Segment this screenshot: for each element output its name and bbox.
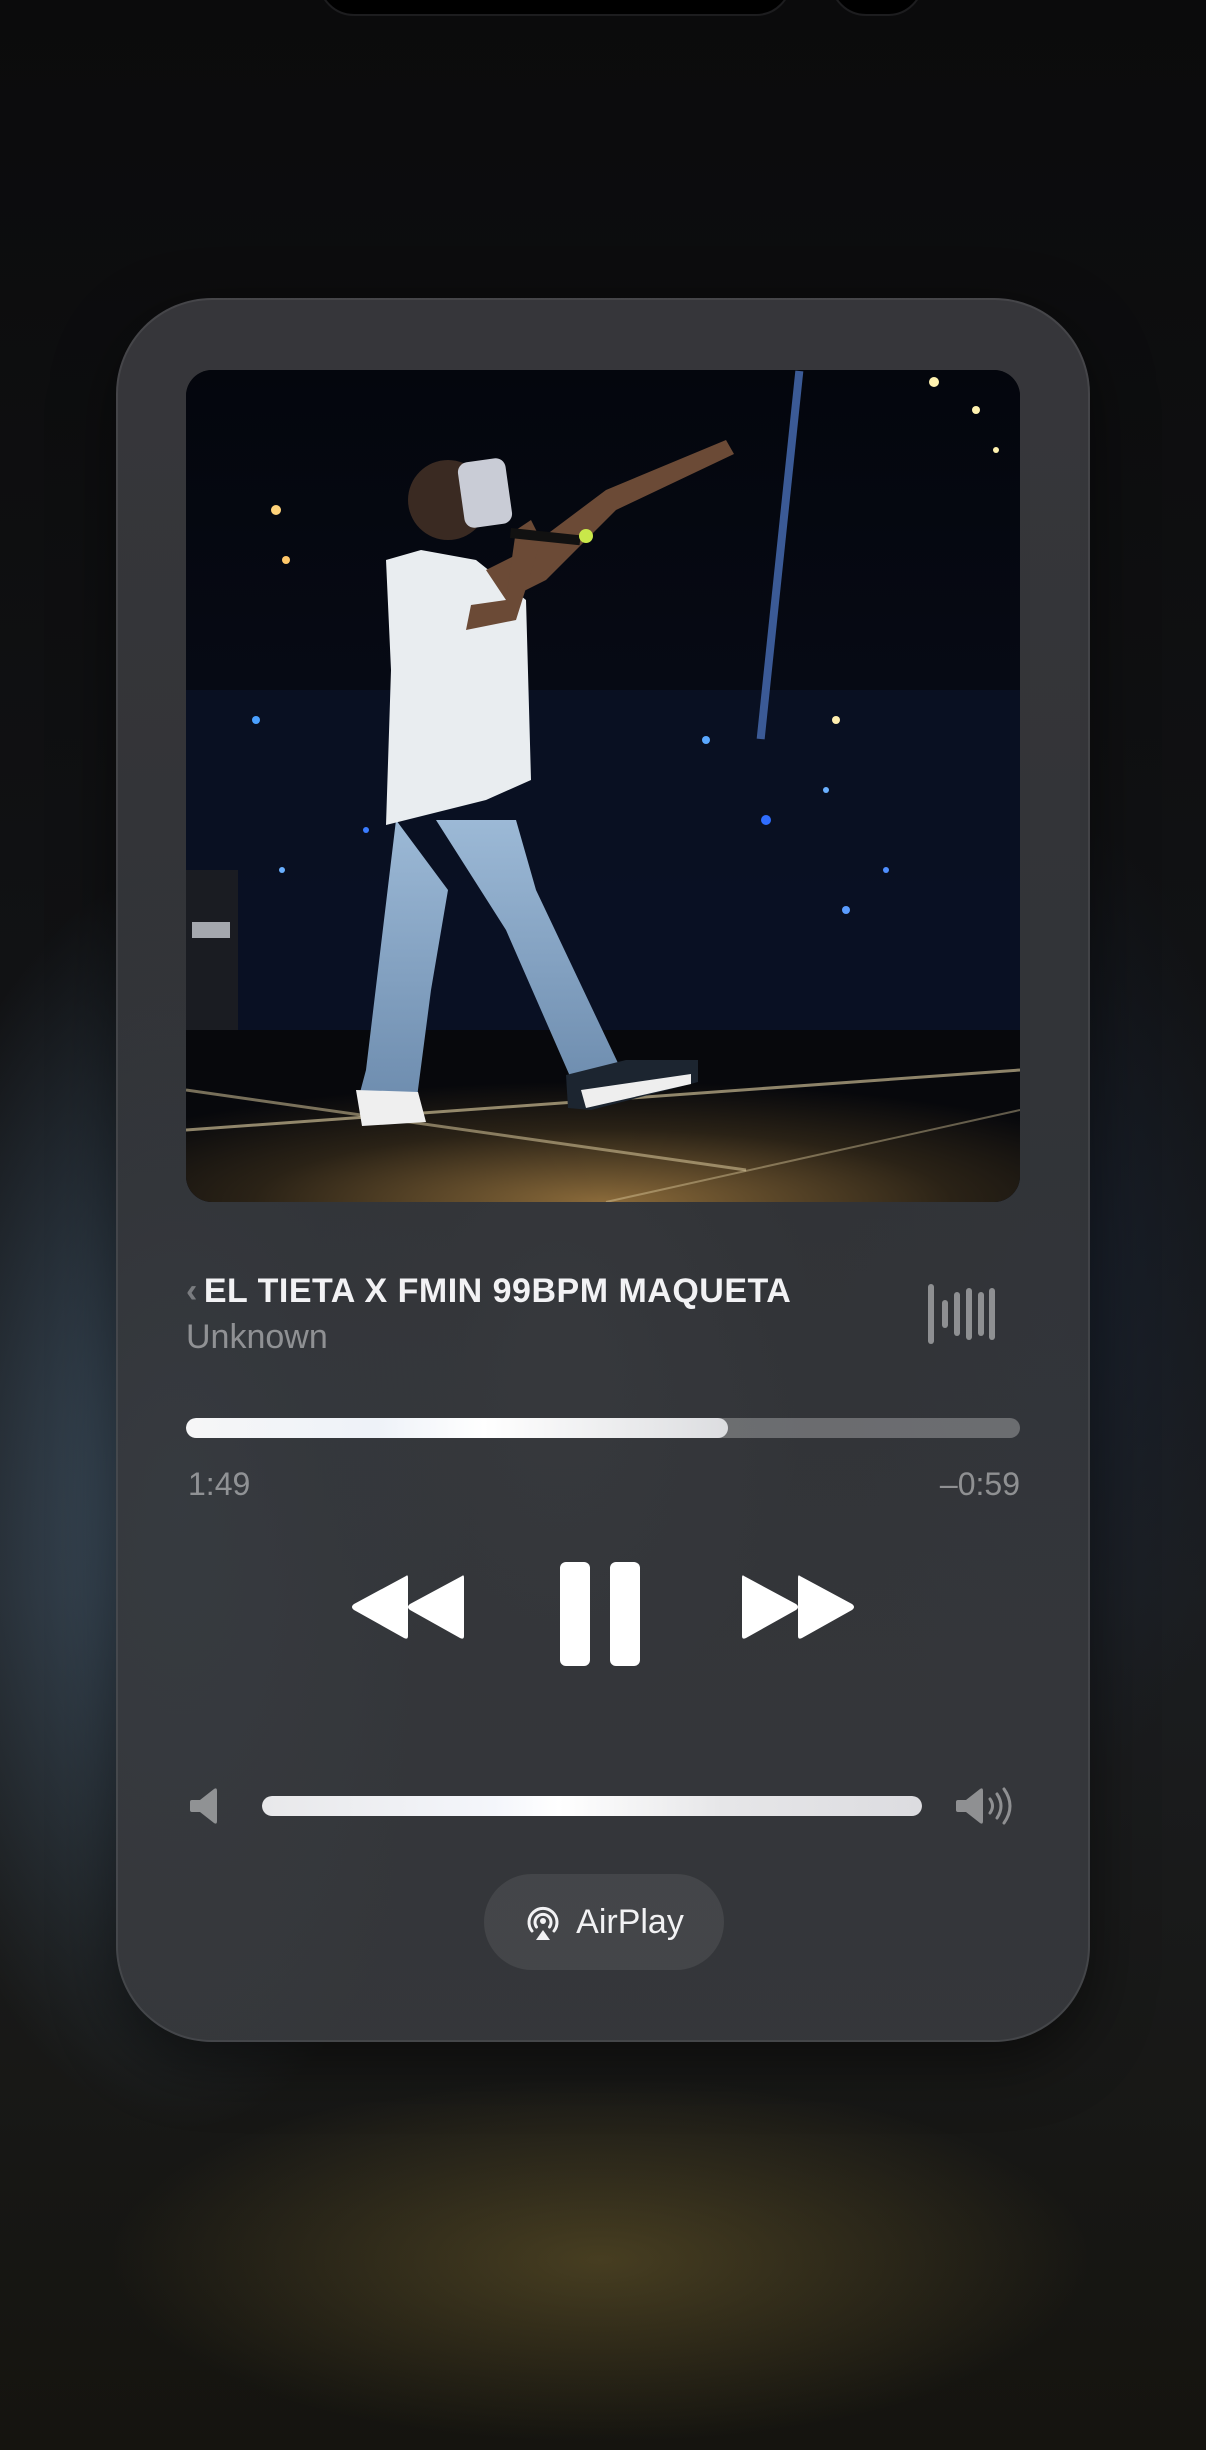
song-title-text: EL TIETA X FMIN 99BPM MAQUETA <box>203 1272 792 1310</box>
volume-level-fill <box>262 1796 922 1816</box>
elapsed-time: 1:49 <box>188 1466 251 1502</box>
airplay-icon <box>527 1906 559 1940</box>
pause-icon <box>560 1562 640 1666</box>
airplay-button[interactable]: AirPlay <box>484 1874 724 1970</box>
dynamic-island <box>318 0 792 16</box>
playback-progress-fill <box>186 1418 729 1438</box>
playback-scrubber[interactable] <box>186 1418 1020 1438</box>
speaker-high-icon[interactable] <box>956 1786 1018 1826</box>
speaker-low-icon[interactable] <box>190 1786 220 1826</box>
artist-name[interactable]: Unknown <box>186 1318 328 1357</box>
fast-forward-icon <box>742 1575 854 1639</box>
title-scroll-indicator: ‹ <box>186 1272 198 1310</box>
song-title[interactable]: ‹ EL TIETA X FMIN 99BPM MAQUETA <box>186 1272 926 1311</box>
rewind-button[interactable] <box>348 1572 464 1642</box>
album-artwork[interactable] <box>186 370 1020 1202</box>
volume-slider[interactable] <box>262 1796 922 1816</box>
rewind-icon <box>352 1575 464 1639</box>
waveform-icon[interactable] <box>926 1282 996 1346</box>
pause-button[interactable] <box>560 1562 640 1666</box>
fast-forward-button[interactable] <box>742 1572 858 1642</box>
remaining-time: –0:59 <box>939 1466 1020 1502</box>
now-playing-card: ‹ EL TIETA X FMIN 99BPM MAQUETA Unknown 1… <box>116 298 1090 2042</box>
airplay-label: AirPlay <box>576 1902 684 1941</box>
